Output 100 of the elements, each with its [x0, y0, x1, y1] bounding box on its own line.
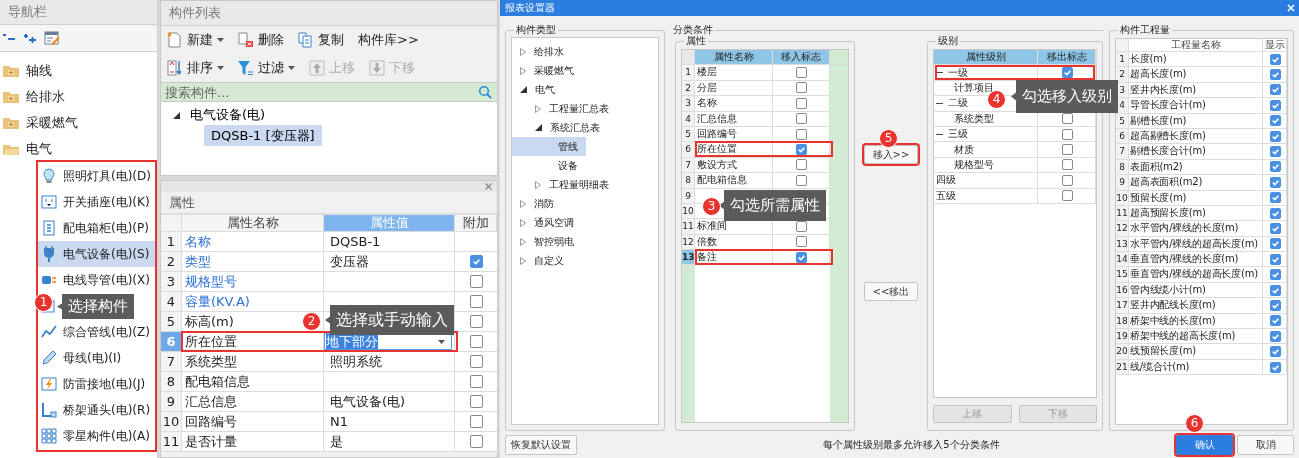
nav-item[interactable]: 给排水: [0, 84, 157, 110]
reset-button[interactable]: 恢复默认设置: [505, 435, 577, 455]
lightning-icon: [41, 376, 57, 392]
toolbar-button[interactable]: 新建: [167, 31, 224, 49]
checkbox[interactable]: [1269, 53, 1281, 65]
checkbox[interactable]: [469, 375, 483, 388]
checkbox[interactable]: [1062, 174, 1073, 186]
toolbar-button[interactable]: 复制: [298, 31, 344, 49]
checkbox[interactable]: [469, 415, 483, 428]
hint-text: 每个属性级别最多允许移入5个分类条件: [822, 438, 1001, 452]
checkbox[interactable]: [795, 221, 807, 232]
toolbar-button[interactable]: 过滤: [238, 59, 295, 77]
checkbox[interactable]: [469, 335, 483, 348]
checkbox[interactable]: [469, 315, 483, 328]
checkbox[interactable]: [469, 255, 483, 268]
checkbox[interactable]: [795, 82, 807, 94]
tree-item[interactable]: 采暖燃气: [512, 61, 582, 80]
move-button[interactable]: <<移出: [864, 282, 918, 301]
checkbox[interactable]: [1269, 223, 1281, 234]
edit-list-icon[interactable]: [44, 31, 60, 45]
checkbox[interactable]: [1269, 84, 1281, 96]
tree-item[interactable]: 智控弱电: [512, 232, 582, 251]
nav-item[interactable]: 零星构件(电)(A): [38, 423, 155, 449]
checkbox[interactable]: [795, 251, 807, 263]
tree-item[interactable]: 通风空调: [512, 213, 582, 232]
checkbox[interactable]: [795, 113, 807, 125]
nav-item[interactable]: 防雷接地(电)(J): [38, 371, 155, 397]
checkbox[interactable]: [1269, 146, 1281, 158]
checkbox[interactable]: [1062, 190, 1073, 202]
tree-item[interactable]: 系统汇总表: [512, 118, 608, 137]
checkbox[interactable]: [795, 236, 807, 248]
nav-item[interactable]: 开关插座(电)(K): [38, 189, 155, 215]
checkbox[interactable]: [1269, 207, 1281, 219]
checkbox[interactable]: [1269, 269, 1281, 281]
tree-item[interactable]: 电气设备(电): [161, 105, 497, 125]
column-header: 显示: [1263, 39, 1287, 52]
nav-item[interactable]: 轴线: [0, 58, 157, 84]
confirm-button[interactable]: 确认: [1176, 435, 1233, 455]
checkbox[interactable]: [1269, 99, 1281, 111]
close-icon[interactable]: [485, 183, 492, 190]
nav-item[interactable]: 照明灯具(电)(D): [38, 163, 155, 189]
checkbox[interactable]: [1269, 253, 1281, 265]
tree-item[interactable]: 工程量明细表: [512, 175, 617, 194]
checkbox[interactable]: [1062, 144, 1073, 156]
tree-item[interactable]: 给排水: [512, 42, 572, 61]
checkbox[interactable]: [1269, 284, 1281, 296]
nav-item[interactable]: 母线(电)(I): [38, 345, 155, 371]
tree-item[interactable]: 电气: [512, 80, 563, 99]
tree-item[interactable]: 设备: [512, 156, 586, 175]
nav-item[interactable]: 配电箱柜(电)(P): [38, 215, 155, 241]
toolbar-button[interactable]: 删除: [238, 31, 284, 49]
nav-item[interactable]: 采暖燃气: [0, 110, 157, 136]
checkbox[interactable]: [469, 395, 483, 408]
checkbox[interactable]: [795, 159, 807, 171]
checkbox[interactable]: [469, 295, 483, 308]
checkbox[interactable]: [1269, 361, 1281, 373]
checkbox[interactable]: [1269, 69, 1281, 81]
checkbox[interactable]: [1269, 130, 1281, 142]
checkbox[interactable]: [795, 174, 807, 186]
checkbox[interactable]: [1062, 113, 1073, 125]
checkbox[interactable]: [795, 67, 807, 79]
tree-item[interactable]: 自定义: [512, 251, 572, 270]
checkbox[interactable]: [469, 435, 483, 448]
checkbox[interactable]: [1269, 315, 1281, 327]
checkbox[interactable]: [1269, 176, 1281, 188]
tree-item[interactable]: DQSB-1 [变压器]: [204, 125, 322, 146]
nav-item[interactable]: 电气: [0, 136, 157, 162]
checkbox[interactable]: [1269, 238, 1281, 250]
cancel-button[interactable]: 取消: [1237, 435, 1294, 455]
checkbox[interactable]: [795, 128, 807, 140]
search-field[interactable]: 搜索构件...: [161, 82, 497, 102]
expand-all-icon[interactable]: [23, 32, 37, 44]
checkbox[interactable]: [795, 97, 807, 109]
checkbox[interactable]: [1269, 115, 1281, 127]
checkbox[interactable]: [795, 144, 807, 156]
tree-item[interactable]: 工程量汇总表: [512, 99, 617, 118]
checkbox[interactable]: [1269, 330, 1281, 342]
toolbar-button[interactable]: 构件库>>: [358, 31, 419, 49]
nav-item[interactable]: 综合管线(电)(Z): [38, 319, 155, 345]
nav-item[interactable]: 桥架通头(电)(R): [38, 397, 155, 423]
checkbox[interactable]: [1062, 67, 1073, 79]
checkbox[interactable]: [1062, 159, 1073, 171]
checkbox[interactable]: [1269, 299, 1281, 311]
filter-icon: [238, 60, 254, 76]
move-button[interactable]: 移入>>: [864, 145, 918, 164]
checkbox[interactable]: [1269, 346, 1281, 358]
nav-item[interactable]: 电气设备(电)(S): [38, 241, 155, 267]
checkbox[interactable]: [1062, 128, 1073, 140]
toolbar-button[interactable]: 排序: [167, 59, 224, 77]
checkbox[interactable]: [469, 275, 483, 288]
row-number: 10: [161, 412, 182, 431]
nav-item[interactable]: 电线导管(电)(X): [38, 267, 155, 293]
collapse-all-icon[interactable]: [2, 33, 16, 43]
checkbox[interactable]: [1269, 192, 1281, 204]
checkbox[interactable]: [469, 355, 483, 368]
column-header[interactable]: 附加: [455, 215, 497, 231]
checkbox[interactable]: [1269, 161, 1281, 173]
tree-item[interactable]: 管线: [512, 137, 586, 156]
tree-item[interactable]: 消防: [512, 194, 562, 213]
table-cell: 是: [324, 432, 455, 451]
